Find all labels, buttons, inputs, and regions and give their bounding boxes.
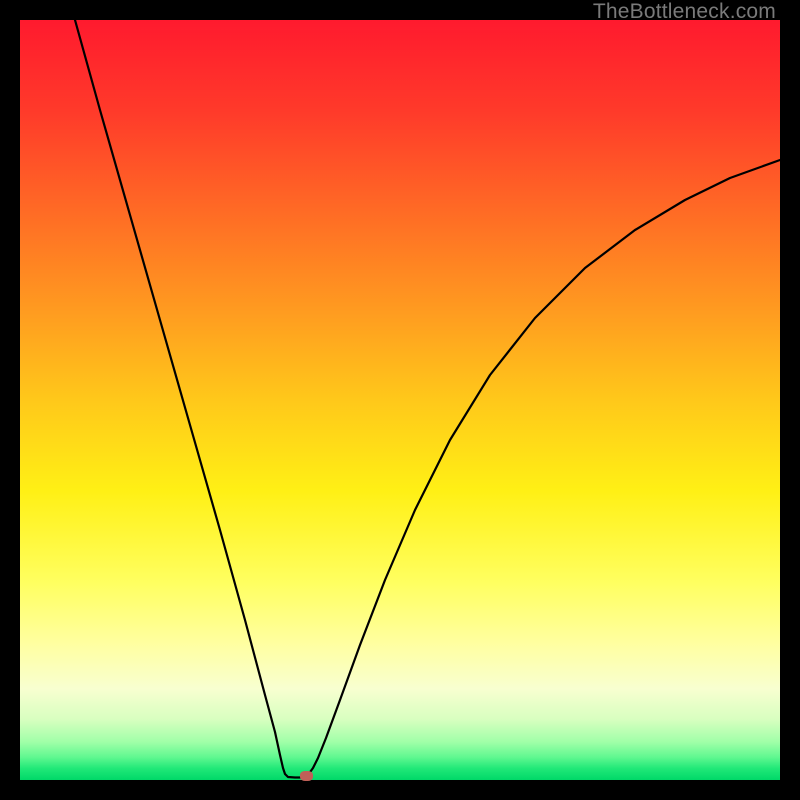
bottleneck-curve bbox=[20, 20, 780, 780]
optimal-point-marker bbox=[300, 771, 313, 781]
chart-frame: TheBottleneck.com bbox=[0, 0, 800, 800]
plot-area bbox=[20, 20, 780, 780]
